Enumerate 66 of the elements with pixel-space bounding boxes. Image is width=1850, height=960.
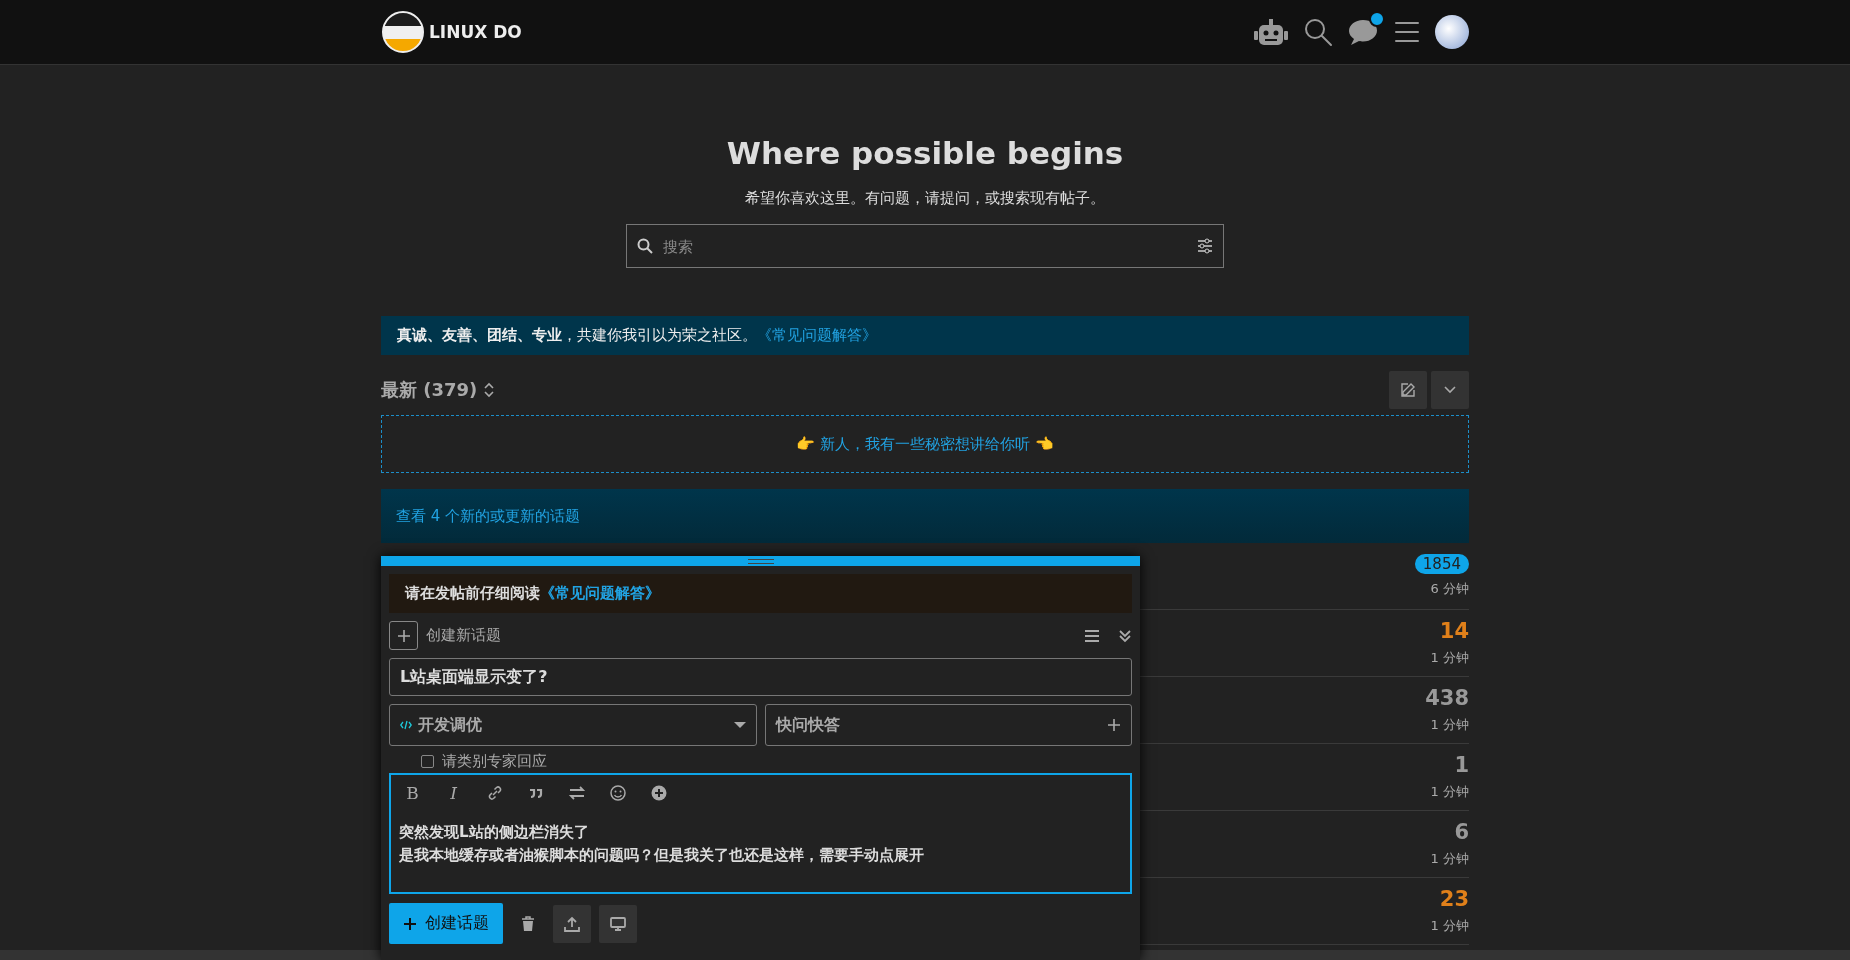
activity-time: 1 分钟 — [1430, 649, 1469, 667]
tag-field[interactable]: 快问快答 — [764, 704, 1132, 746]
reply-count-badge: 1854 — [1414, 554, 1469, 574]
site-title: LINUX DO — [429, 22, 522, 42]
plus-icon — [396, 628, 411, 643]
reply-count: 438 — [1425, 686, 1469, 710]
chevron-down-icon — [1443, 385, 1457, 395]
announcement-banner: 真诚、友善、团结、专业，共建你我引以为荣之社区。《常见问题解答》 — [381, 316, 1469, 355]
activity-time: 1 分钟 — [1430, 850, 1469, 868]
bold-button[interactable]: B — [399, 781, 426, 805]
list-title[interactable]: 最新 (379) — [381, 378, 478, 402]
plus-icon — [403, 916, 417, 931]
subtitle: 希望你喜欢这里。有问题，请提问，或搜索现有帖子。 — [745, 189, 1105, 208]
checkbox-label: 请类别专家回应 — [442, 752, 547, 771]
menu-icon[interactable] — [1393, 19, 1421, 45]
sort-icon[interactable] — [483, 382, 496, 398]
smiley-icon — [608, 784, 627, 802]
plus-icon — [1107, 718, 1121, 732]
create-topic-button[interactable]: 创建话题 — [389, 903, 503, 944]
swap-arrows-icon — [567, 784, 586, 802]
pencil-icon — [1400, 382, 1416, 398]
site-logo — [381, 10, 425, 54]
body-text-line: 是我本地缓存或者油猴脚本的问题吗？但是我关了也还是这样，需要手动点展开 — [399, 845, 924, 866]
upload-button[interactable] — [553, 904, 591, 943]
title-field[interactable]: L站桌面端显示变了? — [389, 658, 1132, 696]
composer-grip-bar[interactable] — [381, 556, 1140, 566]
reply-count: 6 — [1454, 820, 1469, 844]
plus-button[interactable] — [389, 621, 418, 650]
activity-time: 1 分钟 — [1430, 783, 1469, 801]
upload-icon — [564, 915, 580, 932]
activity-time: 1 分钟 — [1430, 716, 1469, 734]
caret-down-icon — [733, 721, 746, 729]
preview-button[interactable] — [599, 904, 637, 943]
promo-box[interactable]: 👉 新人，我有一些秘密想讲给你听 👈 — [381, 415, 1469, 473]
post-editor[interactable]: B I 突然发现L站的侧边栏消失了 是我本地缓存或者油猴脚本的问题吗？但是我关了也还是这样，需要手动点展开 — [389, 773, 1132, 894]
faq-link[interactable]: 《常见问题解答》 — [757, 326, 877, 344]
body-text-line: 突然发现L站的侧边栏消失了 — [399, 822, 589, 843]
chat-bubble-icon[interactable] — [1347, 17, 1379, 47]
search-input[interactable]: 搜索 — [661, 236, 1189, 256]
code-icon — [400, 720, 412, 730]
composer-notice: 请在发帖前仔细阅读《常见问题解答》 — [389, 574, 1132, 613]
reply-count: 23 — [1439, 887, 1469, 911]
faq-link[interactable]: 《常见问题解答》 — [540, 584, 660, 602]
search-icon[interactable] — [1303, 17, 1333, 47]
activity-time: 1 分钟 — [1430, 917, 1469, 935]
edit-button[interactable] — [1389, 371, 1427, 409]
reply-count: 1 — [1454, 753, 1469, 777]
plus-circle-icon — [649, 784, 668, 802]
promo-text[interactable]: 👉 新人，我有一些秘密想讲给你听 👈 — [796, 434, 1054, 454]
reply-count: 14 — [1439, 619, 1469, 643]
list-icon[interactable] — [1084, 628, 1100, 643]
activity-time: 6 分钟 — [1430, 580, 1469, 598]
trash-icon — [521, 915, 535, 932]
new-topics-bar[interactable]: 查看 4 个新的或更新的话题 — [381, 489, 1469, 543]
robot-icon[interactable] — [1253, 17, 1289, 47]
search-field[interactable]: 搜索 — [626, 224, 1224, 268]
double-chevron-down-icon[interactable] — [1118, 628, 1132, 643]
italic-button[interactable]: I — [440, 781, 467, 805]
avatar[interactable] — [1435, 15, 1469, 49]
search-icon — [637, 238, 653, 254]
checkbox[interactable] — [421, 755, 434, 768]
page-heading: Where possible begins — [726, 135, 1124, 171]
composer-action: 创建新话题 — [426, 626, 501, 645]
category-dropdown[interactable]: 开发调优 — [389, 704, 757, 746]
monitor-icon — [610, 915, 626, 932]
filter-sliders-icon[interactable] — [1197, 238, 1213, 254]
